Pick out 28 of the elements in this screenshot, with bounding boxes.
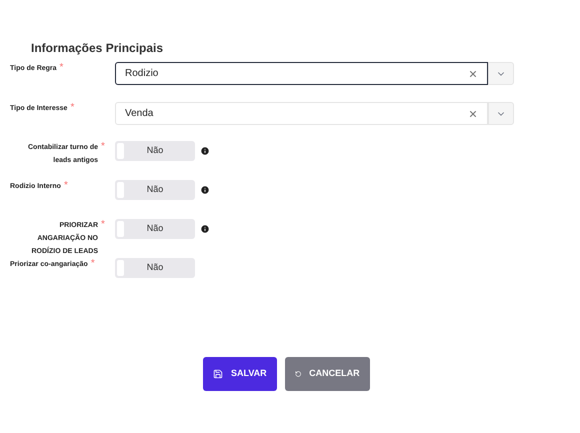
toggle-text: Não [146, 261, 164, 274]
cancel-button[interactable]: CANCELAR [284, 357, 370, 391]
select-field[interactable]: Venda [115, 102, 488, 125]
required-mark: * [101, 219, 105, 231]
required-mark: * [60, 62, 64, 74]
select-value: Venda [125, 107, 154, 121]
save-button[interactable]: SALVAR [203, 357, 277, 391]
toggle-switch[interactable]: Não [115, 180, 195, 200]
toggle-switch[interactable]: Não [115, 219, 195, 239]
toggle-text: Não [146, 222, 164, 236]
select-field[interactable]: Rodizio [115, 62, 488, 85]
toggle-switch[interactable]: Não [115, 141, 195, 161]
save-icon [213, 369, 223, 379]
required-mark: * [90, 258, 95, 270]
required-mark: * [70, 102, 74, 114]
clear-icon[interactable] [468, 68, 478, 78]
toggle-text: Não [146, 144, 164, 158]
clear-icon[interactable] [468, 108, 478, 118]
info-icon[interactable] [200, 224, 210, 234]
toggle-text: Não [146, 183, 164, 196]
undo-icon [294, 369, 302, 379]
info-icon[interactable] [200, 146, 210, 156]
select-value: Rodizio [125, 67, 160, 81]
info-icon[interactable] [200, 185, 210, 195]
required-mark: * [101, 141, 105, 153]
toggle-switch[interactable]: Não [115, 258, 195, 278]
section-title: Informações Principais [30, 40, 164, 57]
required-mark: * [64, 180, 68, 192]
